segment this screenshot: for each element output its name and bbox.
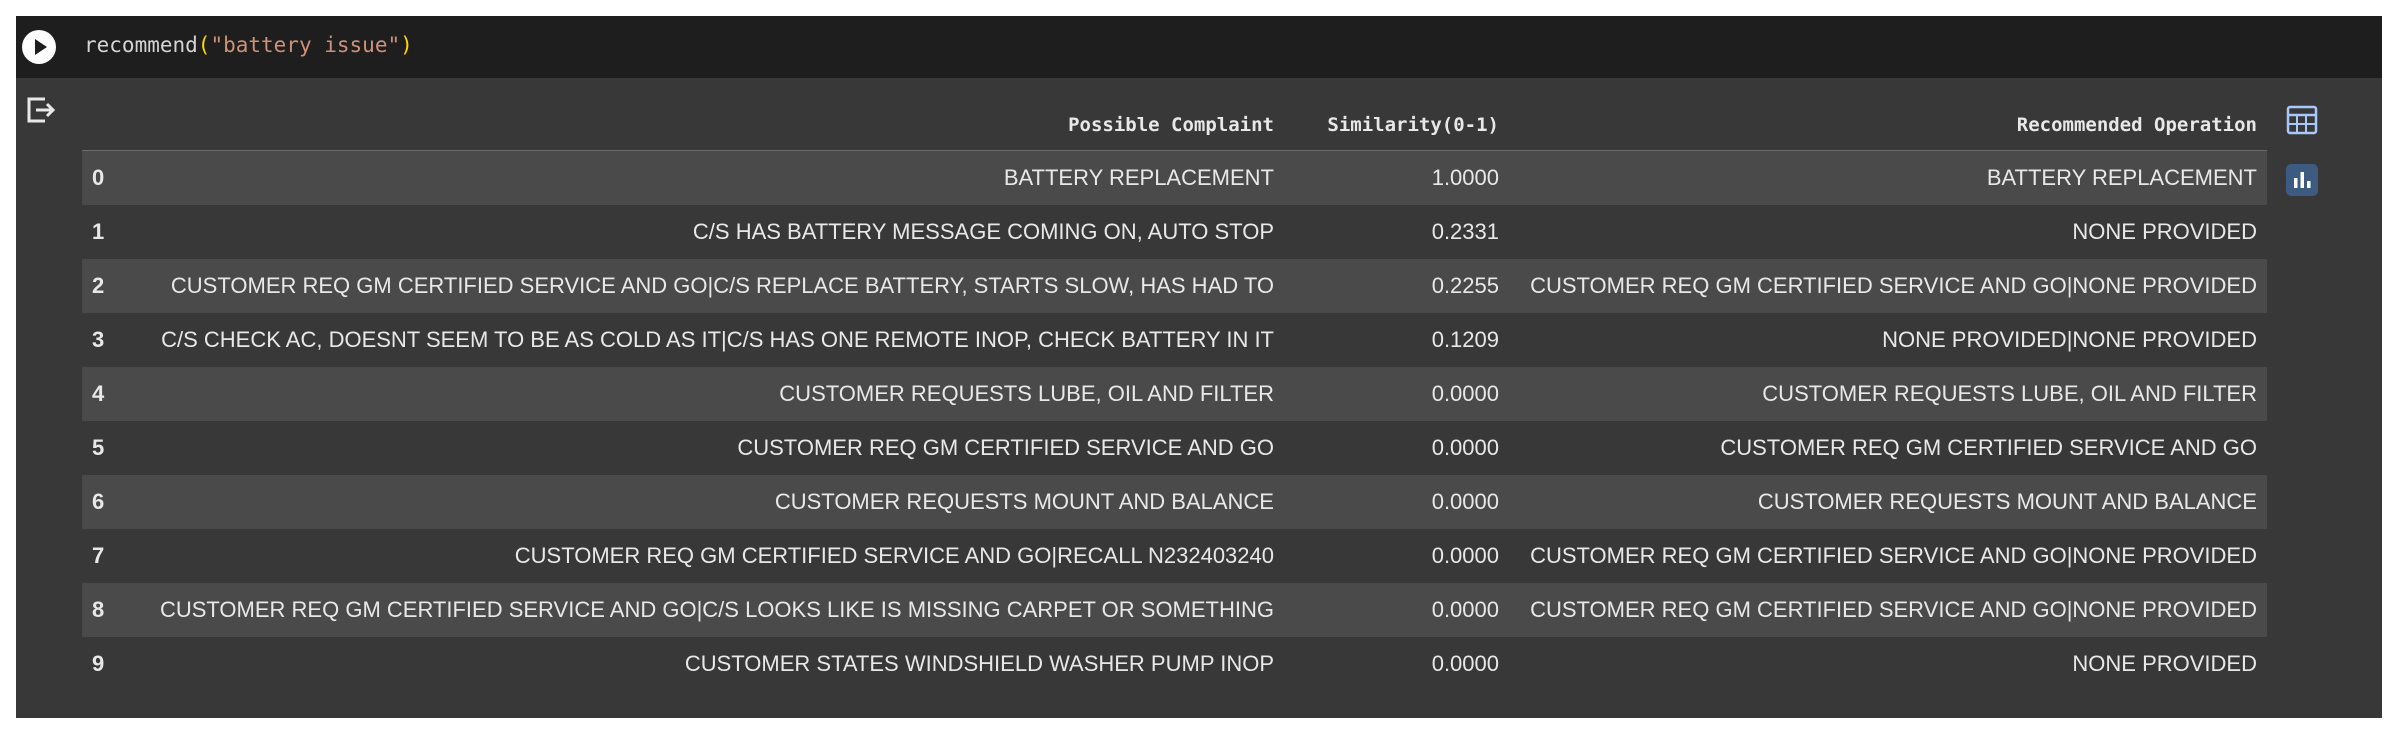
operation-cell: CUSTOMER REQUESTS LUBE, OIL AND FILTER [1509, 367, 2267, 421]
column-header-complaint: Possible Complaint [128, 100, 1284, 151]
complaint-cell: CUSTOMER STATES WINDSHIELD WASHER PUMP I… [684, 651, 1274, 676]
row-index: 8 [82, 583, 128, 637]
operation-cell: CUSTOMER REQ GM CERTIFIED SERVICE AND GO… [1509, 259, 2267, 313]
table-row: 7 CUSTOMER REQ GM CERTIFIED SERVICE AND G… [82, 529, 2267, 583]
complaint-cell: C/S HAS BATTERY MESSAGE COMING ON, AUTO … [692, 219, 1274, 244]
operation-cell: NONE PROVIDED [2072, 219, 2257, 244]
complaint-cell: BATTERY REPLACEMENT [128, 150, 1284, 205]
column-header-index [82, 100, 128, 151]
similarity-cell: 1.0000 [1284, 150, 1509, 205]
operation-cell: NONE PROVIDED [2072, 651, 2257, 676]
row-index: 3 [92, 327, 105, 352]
operation-cell: CUSTOMER REQ GM CERTIFIED SERVICE AND GO… [1530, 543, 2257, 568]
bar-chart-icon[interactable] [2284, 162, 2320, 198]
table-row: 3 C/S CHECK AC, DOESNT SEEM TO BE AS COLD… [82, 313, 2267, 367]
similarity-cell: 0.0000 [1284, 583, 1509, 637]
column-header-operation: Recommended Operation [1509, 100, 2267, 151]
table-header-row: Possible Complaint Similarity(0-1) Recom… [82, 100, 2267, 151]
operation-cell: CUSTOMER REQ GM CERTIFIED SERVICE AND GO [1720, 435, 2257, 460]
complaint-cell: CUSTOMER REQ GM CERTIFIED SERVICE AND GO… [128, 583, 1284, 637]
similarity-cell: 0.2331 [1431, 219, 1499, 244]
code-close-paren: ) [400, 33, 413, 57]
row-index: 1 [92, 219, 105, 244]
row-index: 6 [82, 475, 128, 529]
row-index: 2 [82, 259, 128, 313]
complaint-cell: C/S CHECK AC, DOESNT SEEM TO BE AS COLD … [161, 327, 1274, 352]
notebook-cell: recommend("battery issue") Possible Comp… [16, 16, 2382, 718]
table-row: 1 C/S HAS BATTERY MESSAGE COMING ON, AUTO… [82, 205, 2267, 259]
complaint-cell: CUSTOMER REQ GM CERTIFIED SERVICE AND GO [737, 435, 1274, 460]
similarity-cell: 0.0000 [1284, 367, 1509, 421]
complaint-cell: CUSTOMER REQ GM CERTIFIED SERVICE AND GO… [514, 543, 1274, 568]
table-row: 0 BATTERY REPLACEMENT 1.0000 BATTERY REPLAC… [82, 150, 2267, 205]
similarity-cell: 0.0000 [1431, 651, 1499, 676]
complaint-cell: CUSTOMER REQUESTS MOUNT AND BALANCE [128, 475, 1284, 529]
row-index: 7 [92, 543, 105, 568]
table-row: 8 CUSTOMER REQ GM CERTIFIED SERVICE AND G… [82, 583, 2267, 637]
play-circle-icon [35, 39, 47, 55]
operation-cell: CUSTOMER REQ GM CERTIFIED SERVICE AND GO… [1509, 583, 2267, 637]
table-row: 4 CUSTOMER REQUESTS LUBE, OIL AND FILTER 0… [82, 367, 2267, 421]
row-index: 4 [82, 367, 128, 421]
code-string-arg: "battery issue" [210, 33, 401, 57]
similarity-cell: 0.1209 [1431, 327, 1499, 352]
table-row: 2 CUSTOMER REQ GM CERTIFIED SERVICE AND G… [82, 259, 2267, 313]
operation-cell: NONE PROVIDED|NONE PROVIDED [1882, 327, 2257, 352]
code-open-paren: ( [197, 33, 211, 57]
column-header-similarity: Similarity(0-1) [1284, 100, 1509, 151]
similarity-cell: 0.0000 [1284, 475, 1509, 529]
code-line[interactable]: recommend("battery issue") [84, 33, 413, 57]
row-index: 9 [92, 651, 105, 676]
run-cell-button[interactable] [22, 30, 56, 64]
similarity-cell: 0.0000 [1431, 435, 1499, 460]
similarity-cell: 0.2255 [1284, 259, 1509, 313]
code-function: recommend [84, 33, 198, 57]
operation-cell: CUSTOMER REQUESTS MOUNT AND BALANCE [1509, 475, 2267, 529]
table-icon[interactable] [2284, 102, 2320, 138]
complaint-cell: CUSTOMER REQ GM CERTIFIED SERVICE AND GO… [128, 259, 1284, 313]
similarity-cell: 0.0000 [1431, 543, 1499, 568]
table-row: 6 CUSTOMER REQUESTS MOUNT AND BALANCE 0.00… [82, 475, 2267, 529]
row-index: 5 [92, 435, 105, 460]
output-clear-icon[interactable] [22, 92, 58, 128]
operation-cell: BATTERY REPLACEMENT [1509, 150, 2267, 205]
code-editor[interactable]: recommend("battery issue") [16, 16, 2382, 78]
complaint-cell: CUSTOMER REQUESTS LUBE, OIL AND FILTER [128, 367, 1284, 421]
table-row: 5 CUSTOMER REQ GM CERTIFIED SERVICE AND G… [82, 421, 2267, 475]
results-table: Possible Complaint Similarity(0-1) Recom… [82, 100, 2267, 691]
table-row: 9 CUSTOMER STATES WINDSHIELD WASHER PUMP … [82, 637, 2267, 691]
row-index: 0 [82, 150, 128, 205]
